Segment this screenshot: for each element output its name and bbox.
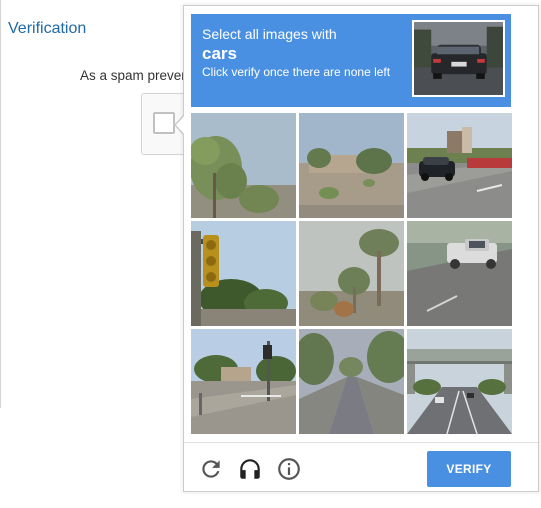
sample-car-image [412,20,505,97]
tile-desert-yard[interactable] [299,113,404,218]
challenge-instruction: Select all images with [202,26,337,42]
tile-traffic-light[interactable] [191,221,296,326]
tile-pickup-truck[interactable] [407,221,512,326]
image-challenge-popup: Select all images with cars Click verify… [183,5,539,492]
verify-button[interactable]: VERIFY [427,451,511,487]
challenge-header: Select all images with cars Click verify… [191,14,511,107]
tile-tree-lined-road[interactable] [299,329,404,434]
page-divider [0,0,1,408]
info-icon[interactable] [276,456,302,482]
not-a-robot-checkbox[interactable] [153,112,175,134]
spam-notice-text: As a spam preven [80,68,189,83]
reload-icon[interactable] [198,456,224,482]
headphones-icon[interactable] [237,456,263,482]
challenge-footer: VERIFY [184,442,538,492]
tile-street-with-car[interactable] [407,113,512,218]
challenge-subinstruction: Click verify once there are none left [202,65,391,79]
tile-tree-sky[interactable] [191,113,296,218]
page-title: Verification [8,20,87,37]
verification-page: Verification As a spam preven Select all… [0,0,541,508]
image-grid [191,113,512,435]
tile-intersection[interactable] [191,329,296,434]
tile-highway-overpass[interactable] [407,329,512,434]
tile-palm-trees[interactable] [299,221,404,326]
challenge-keyword: cars [202,44,237,63]
popup-pointer-fill [176,115,185,135]
